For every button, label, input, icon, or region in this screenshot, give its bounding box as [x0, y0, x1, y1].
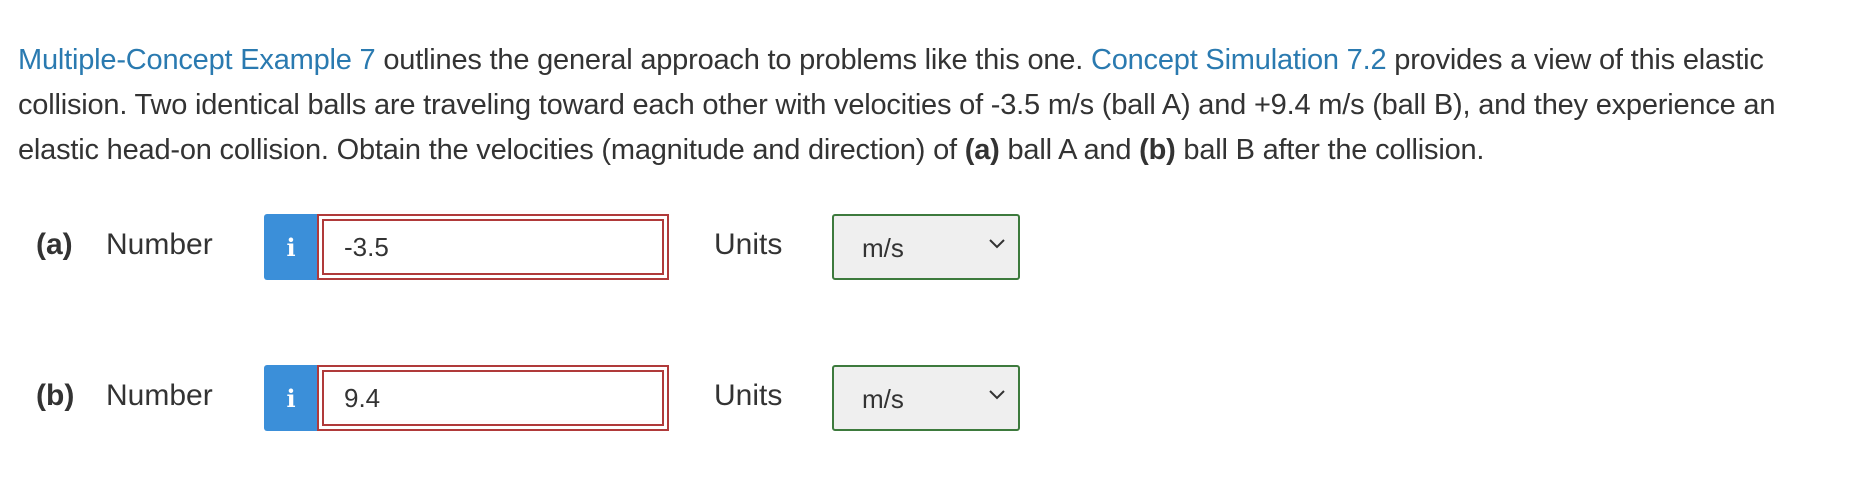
number-input-b[interactable] — [322, 370, 664, 426]
units-select-b[interactable]: m/s — [832, 365, 1020, 431]
part-label-a: (a) — [36, 228, 73, 261]
info-icon: i — [286, 383, 296, 413]
question-text-part-3: ball A and — [999, 134, 1140, 166]
units-select-a[interactable]: m/s — [832, 214, 1020, 280]
chevron-down-icon — [989, 239, 1005, 249]
number-label-a: Number — [106, 228, 213, 261]
number-input-frame-b — [317, 365, 669, 431]
units-label-a: Units — [714, 228, 783, 261]
units-select-value-a: m/s — [862, 233, 904, 263]
info-button-a[interactable]: i — [264, 214, 318, 280]
chevron-down-icon — [989, 390, 1005, 400]
question-text-part-4: ball B after the collision. — [1175, 134, 1485, 166]
question-text: Multiple-Concept Example 7 outlines the … — [18, 38, 1858, 173]
concept-simulation-link[interactable]: Concept Simulation 7.2 — [1091, 44, 1387, 76]
part-b-marker: (b) — [1139, 134, 1176, 166]
number-label-b: Number — [106, 379, 213, 412]
multiple-concept-example-link[interactable]: Multiple-Concept Example 7 — [18, 44, 376, 76]
number-input-a[interactable] — [322, 219, 664, 275]
units-select-value-b: m/s — [862, 384, 904, 414]
number-input-frame-a — [317, 214, 669, 280]
answer-row-b: (b) Number i Units m/s — [0, 365, 1866, 431]
info-icon: i — [286, 232, 296, 262]
part-label-b: (b) — [36, 379, 75, 412]
part-a-marker: (a) — [964, 134, 1000, 166]
units-label-b: Units — [714, 379, 783, 412]
info-button-b[interactable]: i — [264, 365, 318, 431]
question-text-part-1: outlines the general approach to problem… — [375, 44, 1091, 76]
answer-row-a: (a) Number i Units m/s — [0, 214, 1866, 280]
